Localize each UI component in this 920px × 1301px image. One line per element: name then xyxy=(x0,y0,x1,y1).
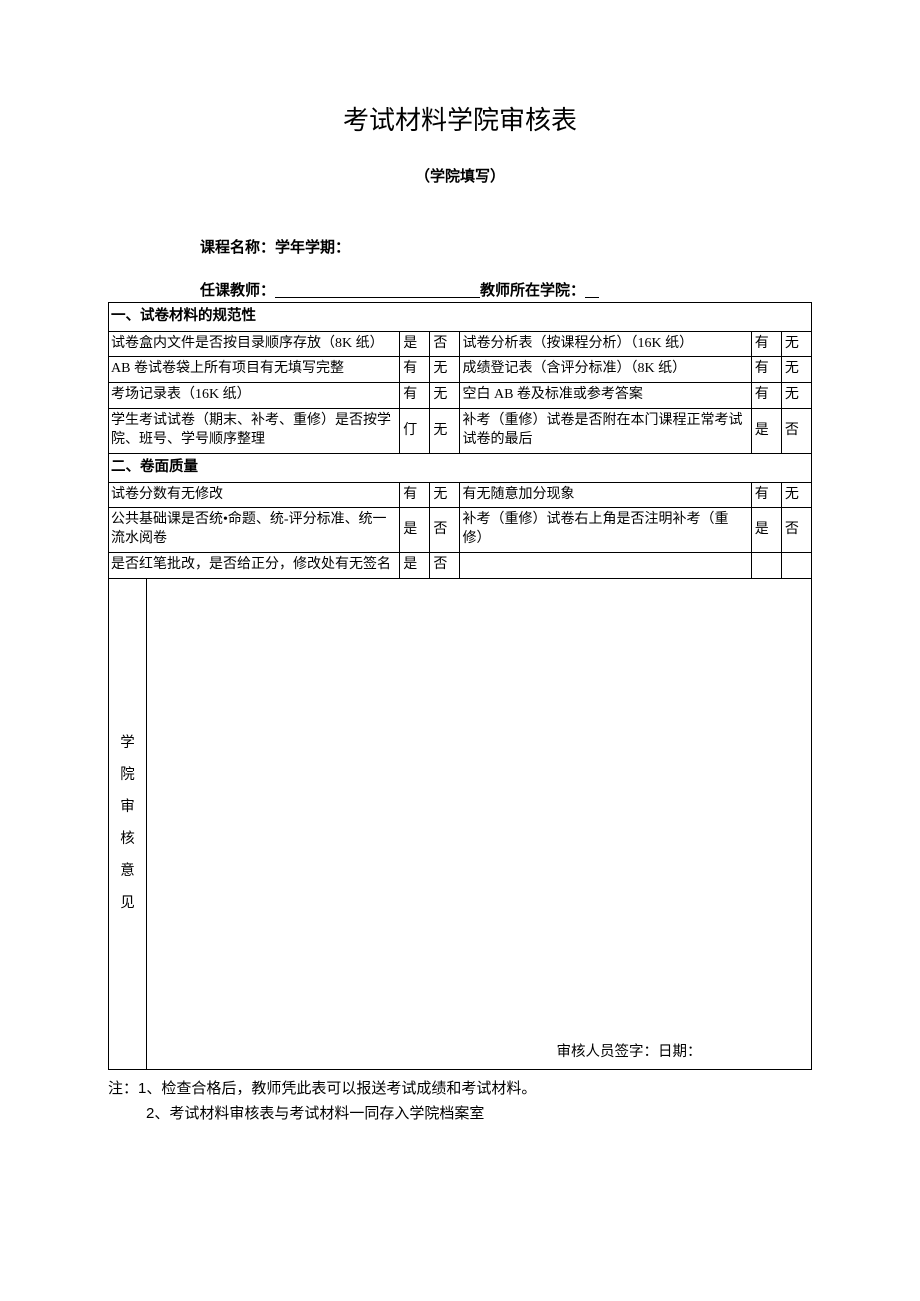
cell-label xyxy=(460,553,751,579)
cell-label: 学生考试试卷（期末、补考、重修）是否按学院、班号、学号顺序整理 xyxy=(109,409,400,454)
cell-opt: 否 xyxy=(430,553,460,579)
opinion-char: 意 xyxy=(120,863,135,879)
cell-opt: 无 xyxy=(781,482,811,508)
section1-header: 一、试卷材料的规范性 xyxy=(109,303,812,332)
cell-opt: 有 xyxy=(400,357,430,383)
page-subtitle: （学院填写） xyxy=(108,165,812,186)
teacher-blank xyxy=(275,279,480,298)
cell-opt: 有 xyxy=(751,482,781,508)
cell-opt: 无 xyxy=(430,383,460,409)
note-line-2: 2、考试材料审核表与考试材料一同存入学院档案室 xyxy=(108,1101,812,1127)
cell-opt: 无 xyxy=(781,357,811,383)
teacher-label: 任课教师： xyxy=(200,279,275,300)
table-row: 考场记录表（16K 纸） 有 无 空白 AB 卷及标准或参考答案 有 无 xyxy=(109,383,812,409)
cell-opt: 有 xyxy=(400,383,430,409)
cell-opt: 无 xyxy=(781,331,811,357)
cell-opt: 否 xyxy=(781,409,811,454)
cell-opt: 有 xyxy=(751,357,781,383)
cell-opt: 仃 xyxy=(400,409,430,454)
cell-label: 是否红笔批改，是否给正分，修改处有无签名 xyxy=(109,553,400,579)
opinion-label: 学 院 审 核 意 见 xyxy=(109,579,147,1069)
table-row: 试卷分数有无修改 有 无 有无随意加分现象 有 无 xyxy=(109,482,812,508)
cell-label: 公共基础课是否统•命题、统-评分标准、统一流水阅卷 xyxy=(109,508,400,553)
cell-label: 有无随意加分现象 xyxy=(460,482,751,508)
cell-label: AB 卷试卷袋上所有项目有无填写完整 xyxy=(109,357,400,383)
note-line-1: 注：1、检查合格后，教师凭此表可以报送考试成绩和考试材料。 xyxy=(108,1076,812,1102)
cell-opt: 无 xyxy=(781,383,811,409)
cell-label: 试卷分析表（按课程分析）（16K 纸） xyxy=(460,331,751,357)
teacher-info-line: 任课教师： 教师所在学院： xyxy=(108,279,812,300)
cell-label: 空白 AB 卷及标准或参考答案 xyxy=(460,383,751,409)
opinion-char: 核 xyxy=(120,831,135,847)
cell-opt: 是 xyxy=(400,508,430,553)
cell-opt: 无 xyxy=(430,409,460,454)
opinion-char: 学 xyxy=(120,735,135,751)
cell-opt: 有 xyxy=(751,383,781,409)
opinion-content: 审核人员签字：日期： xyxy=(147,579,812,1069)
cell-label: 试卷分数有无修改 xyxy=(109,482,400,508)
table-row: 是否红笔批改，是否给正分，修改处有无签名 是 否 xyxy=(109,553,812,579)
cell-opt xyxy=(781,553,811,579)
cell-opt: 是 xyxy=(400,553,430,579)
opinion-char: 院 xyxy=(120,767,135,783)
cell-opt: 无 xyxy=(430,357,460,383)
cell-label: 补考（重修）试卷右上角是否注明补考（重修） xyxy=(460,508,751,553)
cell-label: 成绩登记表（含评分标准）（8K 纸） xyxy=(460,357,751,383)
table-row: 学生考试试卷（期末、补考、重修）是否按学院、班号、学号顺序整理 仃 无 补考（重… xyxy=(109,409,812,454)
cell-opt: 有 xyxy=(400,482,430,508)
opinion-table: 学 院 审 核 意 见 审核人员签字：日期： xyxy=(108,579,812,1070)
page-title: 考试材料学院审核表 xyxy=(108,100,812,137)
opinion-char: 审 xyxy=(120,799,135,815)
table-row: 试卷盒内文件是否按目录顺序存放（8K 纸） 是 否 试卷分析表（按课程分析）（1… xyxy=(109,331,812,357)
cell-opt: 否 xyxy=(781,508,811,553)
opinion-char: 见 xyxy=(120,895,135,911)
cell-opt: 是 xyxy=(400,331,430,357)
cell-opt xyxy=(751,553,781,579)
section2-header: 二、卷面质量 xyxy=(109,454,812,483)
course-info-line: 课程名称：学年学期： xyxy=(108,236,812,257)
signature-line: 审核人员签字：日期： xyxy=(557,1044,702,1060)
cell-opt: 否 xyxy=(430,508,460,553)
cell-opt: 有 xyxy=(751,331,781,357)
review-table: 一、试卷材料的规范性 试卷盒内文件是否按目录顺序存放（8K 纸） 是 否 试卷分… xyxy=(108,302,812,579)
college-blank xyxy=(585,279,599,298)
cell-label: 补考（重修）试卷是否附在本门课程正常考试试卷的最后 xyxy=(460,409,751,454)
cell-opt: 否 xyxy=(430,331,460,357)
cell-opt: 是 xyxy=(751,508,781,553)
table-row: 公共基础课是否统•命题、统-评分标准、统一流水阅卷 是 否 补考（重修）试卷右上… xyxy=(109,508,812,553)
cell-opt: 无 xyxy=(430,482,460,508)
table-row: AB 卷试卷袋上所有项目有无填写完整 有 无 成绩登记表（含评分标准）（8K 纸… xyxy=(109,357,812,383)
college-label: 教师所在学院： xyxy=(480,279,585,300)
cell-label: 考场记录表（16K 纸） xyxy=(109,383,400,409)
cell-opt: 是 xyxy=(751,409,781,454)
cell-label: 试卷盒内文件是否按目录顺序存放（8K 纸） xyxy=(109,331,400,357)
notes: 注：1、检查合格后，教师凭此表可以报送考试成绩和考试材料。 2、考试材料审核表与… xyxy=(108,1076,812,1127)
